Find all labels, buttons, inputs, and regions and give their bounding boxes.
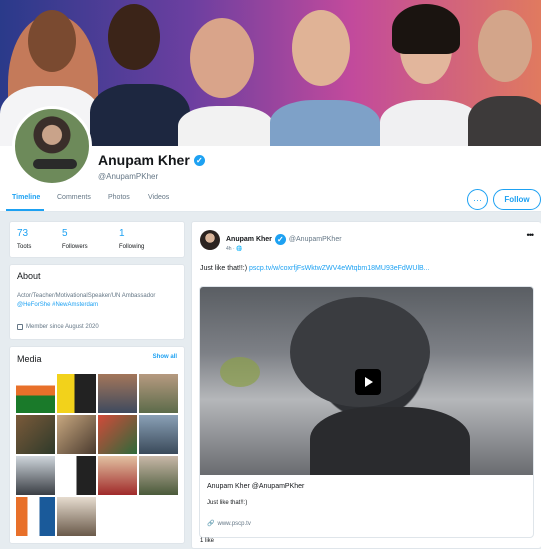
media-title: Media (17, 354, 42, 364)
member-since-text: Member since August 2020 (26, 324, 99, 330)
like-count[interactable]: 1 like (200, 538, 214, 544)
newamsterdam-link[interactable]: #NewAmsterdam (52, 302, 98, 308)
post-menu-button[interactable]: ••• (527, 230, 535, 240)
stat-following[interactable]: 1 Following (119, 228, 144, 250)
link-preview-card[interactable]: Anupam Kher @AnupamPKher Just like that!… (199, 286, 534, 538)
profile-tabs: Timeline Comments Photos Videos (0, 186, 541, 212)
media-thumb[interactable] (16, 415, 55, 454)
follow-button[interactable]: Follow (493, 189, 541, 210)
about-card: About Actor/Teacher/MotivationalSpeaker/… (9, 264, 185, 340)
post-author[interactable]: Anupam Kher ✓ @AnupamPKher (226, 234, 342, 245)
play-icon (365, 377, 373, 387)
media-thumb[interactable] (139, 456, 178, 495)
play-button[interactable] (355, 369, 381, 395)
tab-videos[interactable]: Videos (148, 194, 169, 201)
preview-url-text: www.pscp.tv (217, 520, 251, 527)
stats-card: 73 Toots 5 Followers 1 Following (9, 221, 185, 258)
media-thumb[interactable] (98, 456, 137, 495)
stat-toots-label: Toots (17, 244, 32, 250)
media-thumb[interactable] (98, 374, 137, 413)
media-thumb[interactable] (98, 415, 137, 454)
media-thumb[interactable] (16, 497, 55, 536)
stat-followers-value: 5 (62, 228, 68, 239)
preview-title: Anupam Kher @AnupamPKher (207, 483, 305, 490)
media-thumb[interactable] (57, 497, 96, 536)
profile-name: Anupam Kher ✓ (98, 152, 205, 168)
tab-comments[interactable]: Comments (57, 194, 91, 201)
show-all-link[interactable]: Show all (153, 354, 177, 360)
profile-handle: @AnupamPKher (98, 172, 159, 181)
link-icon: 🔗 (207, 521, 215, 527)
media-thumb[interactable] (57, 415, 96, 454)
verified-icon: ✓ (274, 234, 286, 245)
verified-icon: ✓ (193, 154, 205, 166)
profile-name-text: Anupam Kher (98, 152, 190, 168)
post-text-plain: Just like that!!:) (200, 265, 250, 272)
media-thumb[interactable] (16, 456, 55, 495)
preview-description: Just like that!!:) (207, 500, 248, 506)
member-since: Member since August 2020 (17, 324, 99, 330)
post-timestamp[interactable]: 4h · 🌐 (226, 246, 242, 252)
tab-timeline[interactable]: Timeline (12, 194, 40, 201)
calendar-icon (17, 324, 23, 330)
post-author-avatar[interactable] (200, 230, 220, 250)
tab-photos[interactable]: Photos (108, 194, 130, 201)
stat-toots[interactable]: 73 Toots (17, 228, 31, 250)
about-bio: Actor/Teacher/MotivationalSpeaker/UN Amb… (17, 292, 177, 310)
more-options-button[interactable]: ··· (467, 189, 488, 210)
stat-toots-value: 73 (17, 228, 29, 239)
stat-following-value: 1 (119, 228, 125, 239)
post-text: Just like that!!:) pscp.tv/w/coxrfjFsWkt… (200, 265, 430, 272)
stat-followers[interactable]: 5 Followers (62, 228, 88, 250)
media-thumb[interactable] (139, 415, 178, 454)
post-link[interactable]: pscp.tv/w/coxrfjFsWktwZWV4eWtqbm18MU93eF… (249, 265, 429, 272)
post-author-name: Anupam Kher (226, 236, 272, 243)
post-card: Anupam Kher ✓ @AnupamPKher 4h · 🌐 ••• Ju… (191, 221, 541, 549)
avatar[interactable] (12, 106, 92, 186)
media-card: Media Show all (9, 346, 185, 544)
about-bio-text: Actor/Teacher/MotivationalSpeaker/UN Amb… (17, 293, 156, 299)
about-title: About (17, 271, 41, 281)
preview-url: 🔗 www.pscp.tv (207, 520, 251, 528)
media-thumb[interactable] (57, 456, 96, 495)
active-tab-indicator (6, 209, 44, 211)
post-author-handle: @AnupamPKher (288, 236, 342, 243)
media-thumb[interactable] (16, 374, 55, 413)
media-thumb[interactable] (139, 374, 178, 413)
profile-name-block: Anupam Kher ✓ @AnupamPKher (98, 152, 205, 181)
stat-following-label: Following (119, 244, 145, 250)
stat-followers-label: Followers (62, 244, 88, 250)
heforshe-link[interactable]: @HeForShe (17, 302, 50, 308)
video-thumbnail[interactable] (200, 287, 533, 475)
media-thumb[interactable] (57, 374, 96, 413)
